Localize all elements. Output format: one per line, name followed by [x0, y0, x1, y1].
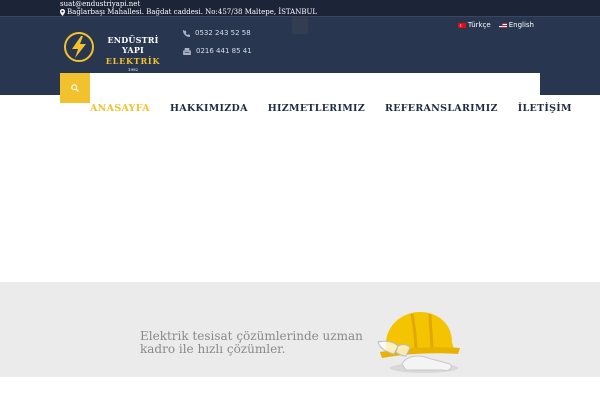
- language-switcher: Türkçe English: [457, 21, 534, 29]
- lang-english[interactable]: English: [498, 21, 534, 29]
- header-accent-square: [292, 17, 308, 34]
- nav-home[interactable]: ANASAYFA: [60, 103, 160, 114]
- site-header: ENDÜSTRİ YAPI ELEKTRİK 1992 0532 243 52 …: [0, 17, 600, 103]
- search-icon: [71, 84, 79, 92]
- email-row: suat@endustriyapi.net: [60, 0, 600, 8]
- address-row: Bağlarbaşı Mahallesi. Bağdat caddesi. No…: [60, 8, 600, 16]
- nav-references[interactable]: REFERANSLARIMIZ: [375, 103, 508, 114]
- logo-line-2: ELEKTRİK: [105, 56, 161, 66]
- main-nav: ANASAYFA HAKKIMIZDA HIZMETLERIMIZ REFERA…: [60, 95, 572, 122]
- nav-about[interactable]: HAKKIMIZDA: [160, 103, 258, 114]
- mobile-number[interactable]: 0532 243 52 58: [195, 29, 251, 37]
- phone-contact: 0216 441 85 41: [183, 47, 252, 55]
- hard-hat-icon: [377, 312, 460, 373]
- mobile-contact: 0532 243 52 58: [183, 29, 251, 37]
- logo-year: 1992: [127, 67, 139, 72]
- address-text: Bağlarbaşı Mahallesi. Bağdat caddesi. No…: [67, 8, 318, 16]
- hero-banner: Elektrik tesisat çözümlerinde uzman kadr…: [0, 282, 600, 377]
- nav-services[interactable]: HIZMETLERIMIZ: [258, 103, 375, 114]
- flag-en-icon: [498, 22, 507, 28]
- nav-contact[interactable]: İLETİŞİM: [508, 103, 582, 114]
- flag-tr-icon: [457, 22, 466, 28]
- top-info-bar: suat@endustriyapi.net Bağlarbaşı Mahalle…: [0, 0, 600, 17]
- lang-turkish[interactable]: Türkçe: [457, 21, 491, 29]
- mobile-phone-icon: [183, 29, 190, 37]
- email-link[interactable]: suat@endustriyapi.net: [60, 0, 140, 8]
- site-logo[interactable]: ENDÜSTRİ YAPI ELEKTRİK 1992: [63, 31, 173, 72]
- search-bar[interactable]: [60, 73, 540, 103]
- lightning-bolt-logo-icon: [64, 32, 94, 62]
- lang-english-label: English: [508, 21, 534, 29]
- phone-number[interactable]: 0216 441 85 41: [196, 47, 252, 55]
- logo-line-1: ENDÜSTRİ YAPI: [107, 35, 159, 55]
- fax-icon: [183, 47, 191, 55]
- map-pin-icon: [60, 8, 65, 16]
- banner-tagline: Elektrik tesisat çözümlerinde uzman kadr…: [140, 329, 363, 356]
- logo-wordmark: ENDÜSTRİ YAPI ELEKTRİK 1992: [97, 35, 169, 72]
- lang-turkish-label: Türkçe: [467, 21, 491, 29]
